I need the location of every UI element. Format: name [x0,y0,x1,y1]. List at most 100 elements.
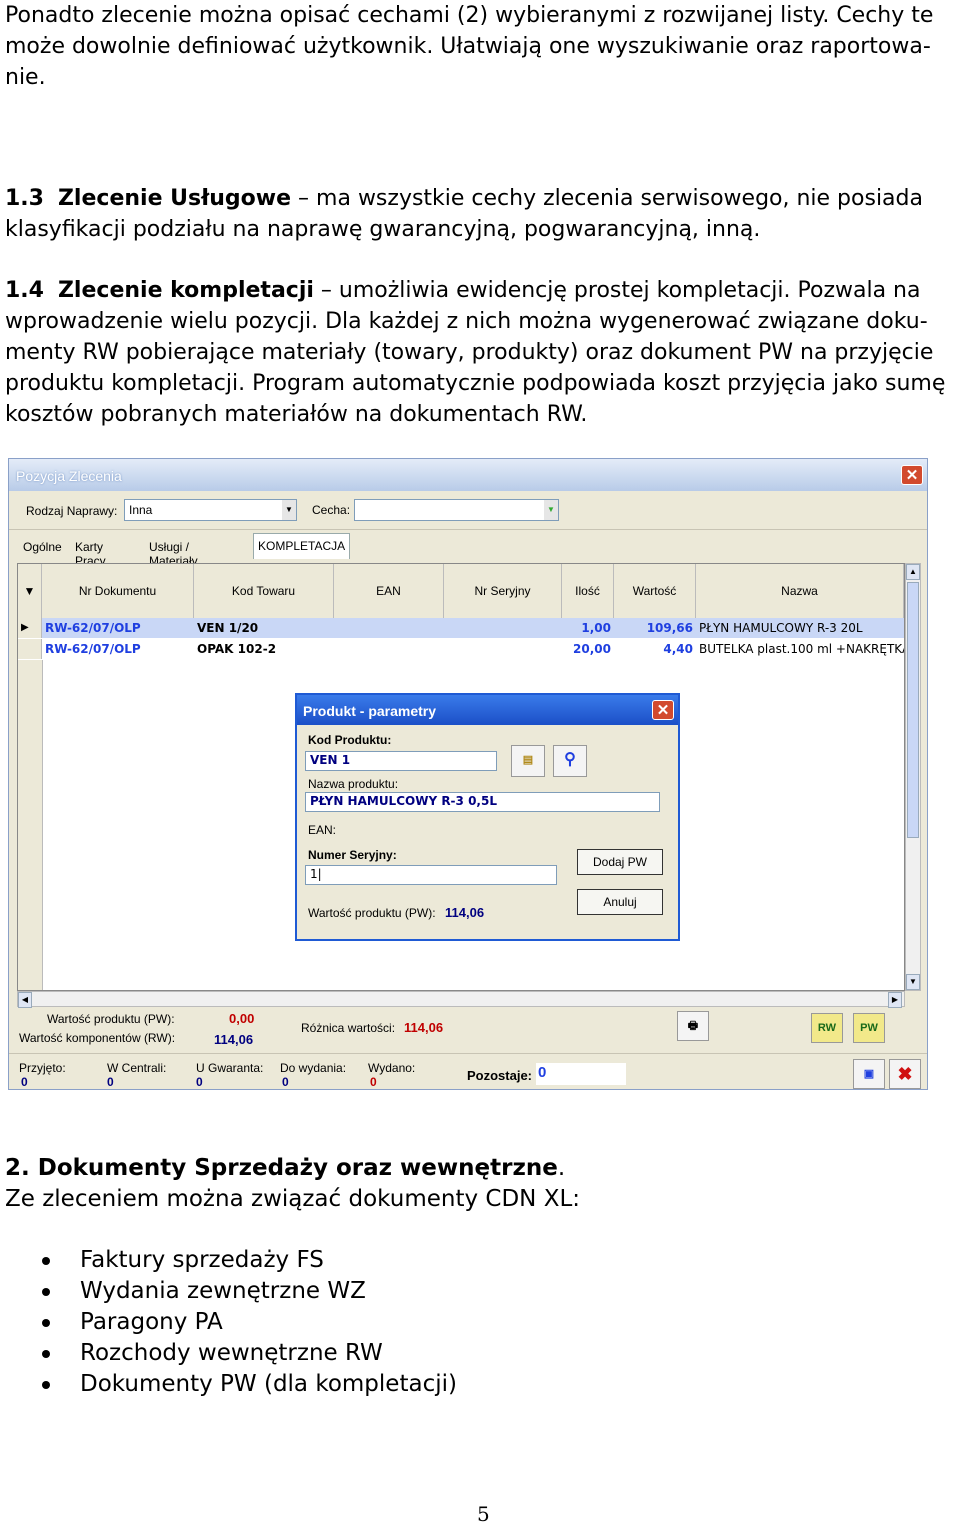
section-text: klasyfikacji podziału na naprawę gwaranc… [5,217,761,242]
chevron-down-icon[interactable]: ▼ [544,500,558,520]
tab-ogolne[interactable]: Ogólne [19,535,66,559]
dialog-titlebar: Produkt - parametry ✕ [297,695,678,725]
search-icon[interactable]: ⚲ [553,745,587,777]
u-gwaranta-label: U Gwaranta: [196,1061,264,1075]
bullet-icon [42,1381,50,1389]
table-row[interactable]: ▶ RW-62/07/OLP VEN 1/20 1,00 109,66 PŁYN… [18,618,904,638]
anuluj-button[interactable]: Anuluj [577,889,663,915]
list-item: Faktury sprzedaży FS [0,1245,457,1276]
divider [9,1053,927,1054]
bullet-icon [42,1257,50,1265]
bullet-icon [42,1288,50,1296]
dodaj-pw-button[interactable]: Dodaj PW [577,849,663,875]
wydano-value: 0 [370,1075,377,1089]
intro-paragraph: Ponadto zlecenie można opisać cechami (2… [5,0,960,93]
cecha-select[interactable]: ▼ [354,499,559,521]
scroll-up-icon[interactable]: ▲ [906,564,920,580]
wartosc-komponentow-value: 114,06 [214,1032,254,1047]
list-item-text: Dokumenty PW (dla kompletacji) [80,1371,457,1397]
section-number: 1.3 [5,186,44,211]
column-header[interactable]: Kod Towaru [194,564,334,618]
cell-nr-dokumentu: RW-62/07/OLP [45,621,141,635]
kod-produktu-label: Kod Produktu: [308,733,392,747]
cell-ilosc: 1,00 [581,621,611,635]
document-list: Faktury sprzedaży FS Wydania zewnętrzne … [0,1245,457,1400]
pozostaje-label: Pozostaje: [467,1068,533,1083]
cecha-label: Cecha: [312,503,351,517]
bullet-icon [42,1319,50,1327]
scroll-down-icon[interactable]: ▼ [906,974,920,990]
tab-kompletacja[interactable]: KOMPLETACJA [253,533,351,559]
ean-label: EAN: [308,823,337,837]
column-header[interactable]: Nr Seryjny [444,564,562,618]
intro-line: może dowolnie definiować użytkownik. Uła… [5,34,931,59]
section-2-intro: Ze zleceniem można związać dokumenty CDN… [5,1186,581,1212]
generate-rw-icon[interactable]: RW [811,1013,843,1043]
list-item-text: Wydania zewnętrzne WZ [80,1278,366,1304]
section-title: Zlecenie Usługowe [57,186,292,211]
save-icon[interactable]: ▣ [853,1059,885,1089]
print-icon[interactable]: 🖶 [677,1011,709,1041]
window-title: Pozycja Zlecenia [16,468,122,484]
dialog-close-button[interactable]: ✕ [652,700,674,720]
list-item: Rozchody wewnętrzne RW [0,1338,457,1369]
column-header[interactable]: Wartość [614,564,696,618]
cancel-icon[interactable]: ✖ [889,1059,921,1089]
tab-uslugi-materialy[interactable]: Usługi / Materiały [145,535,202,568]
list-item: Wydania zewnętrzne WZ [0,1276,457,1307]
wartosc-produktu-label: Wartość produktu (PW): [47,1012,175,1026]
vertical-scrollbar[interactable]: ▲ ▼ [905,563,921,991]
nazwa-produktu-label: Nazwa produktu: [308,777,399,791]
produkt-parametry-dialog: Produkt - parametry ✕ Kod Produktu: VEN … [295,693,680,941]
u-gwaranta-value: 0 [196,1075,203,1089]
list-item-text: Paragony PA [80,1309,223,1335]
page-number: 5 [477,1502,490,1526]
cell-ean [334,639,444,659]
section-2-heading: 2. Dokumenty Sprzedaży oraz wewnętrzne [5,1155,558,1181]
generate-pw-icon[interactable]: PW [853,1013,885,1043]
header-menu-icon[interactable]: ▼ [18,564,42,618]
list-item: Dokumenty PW (dla kompletacji) [0,1369,457,1400]
section-2-heading-end: . [557,1155,566,1181]
cell-ilosc: 20,00 [573,642,611,656]
section-text: produktu kompletacji. Program automatycz… [5,371,946,396]
tab-karty-pracy[interactable]: Karty Pracy [71,535,110,568]
cell-nr-seryjny [444,639,562,659]
cell-nazwa: PŁYN HAMULCOWY R-3 20L [699,621,863,635]
pozostaje-value: 0 [538,1064,547,1081]
w-centrali-value: 0 [107,1075,114,1089]
window-close-button[interactable]: ✕ [901,465,923,485]
przyjeto-value: 0 [21,1075,28,1089]
rodzaj-naprawy-value: Inna [129,503,153,517]
roznica-value: 114,06 [404,1020,444,1035]
horizontal-scrollbar[interactable]: ◀ ▶ [17,991,905,1008]
rodzaj-naprawy-select[interactable]: Inna ▼ [124,499,297,521]
numer-seryjny-label: Numer Seryjny: [308,848,397,862]
row-pointer-icon: ▶ [18,618,42,638]
wartosc-produktu-pw-value: 114,06 [445,905,485,920]
scroll-left-icon[interactable]: ◀ [18,992,32,1008]
list-item-text: Rozchody wewnętrzne RW [80,1340,383,1366]
column-header[interactable]: EAN [334,564,444,618]
column-header[interactable]: Nazwa [696,564,904,618]
numer-seryjny-field[interactable]: 1| [305,865,557,885]
column-header[interactable]: Ilość [562,564,614,618]
przyjeto-label: Przyjęto: [19,1061,66,1075]
table-row[interactable]: RW-62/07/OLP OPAK 102-2 20,00 4,40 BUTEL… [18,639,904,659]
column-header[interactable]: Nr Dokumentu [42,564,194,618]
section-text: menty RW pobierające materiały (towary, … [5,340,934,365]
chevron-down-icon[interactable]: ▼ [282,500,296,520]
section-text: kosztów pobranych materiałów na dokument… [5,402,588,427]
roznica-label: Różnica wartości: [301,1021,396,1035]
dialog-title: Produkt - parametry [303,703,437,719]
folder-icon[interactable]: ▤ [511,745,545,777]
nazwa-produktu-field[interactable]: PŁYN HAMULCOWY R-3 0,5L [305,792,660,812]
cell-nazwa: BUTELKA plast.100 ml +NAKRĘTKA [699,642,904,656]
scroll-thumb[interactable] [907,582,919,838]
scroll-right-icon[interactable]: ▶ [888,992,902,1008]
grid-header: ▼ Nr Dokumentu Kod Towaru EAN Nr Seryjny… [18,564,904,619]
cell-nr-seryjny [444,618,562,638]
kod-produktu-field[interactable]: VEN 1 [305,751,497,771]
section-text: wprowadzenie wielu pozycji. Dla każdej z… [5,309,928,334]
row-pointer-icon [18,639,42,659]
